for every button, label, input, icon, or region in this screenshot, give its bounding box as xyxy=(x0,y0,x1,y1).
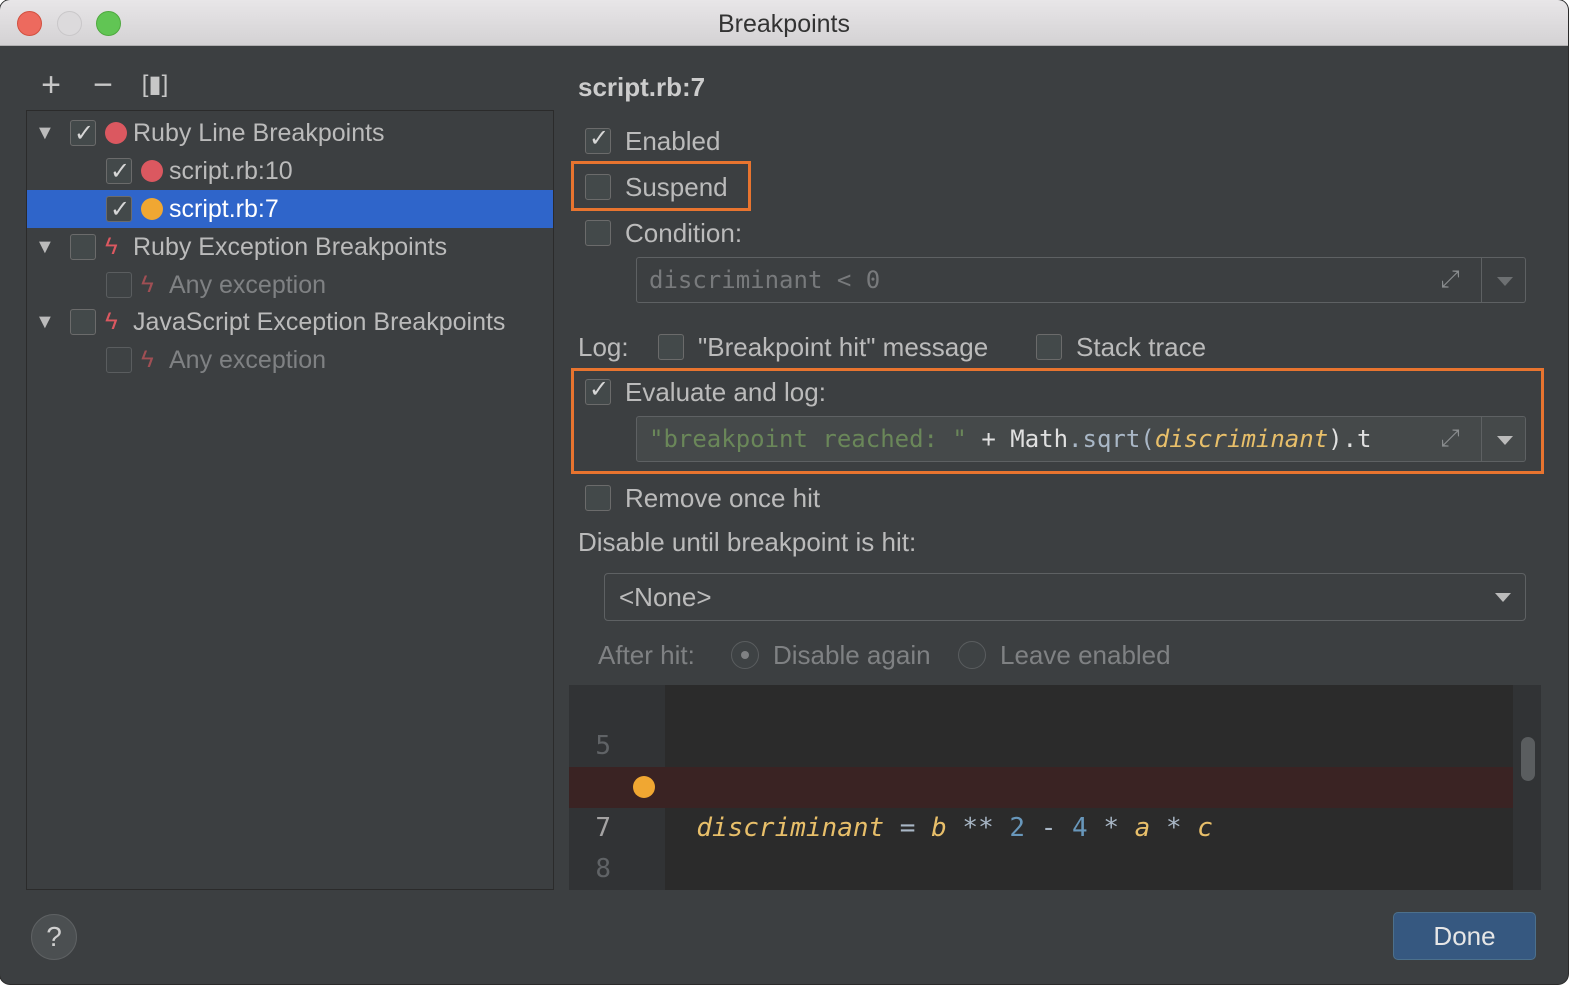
stack-trace-label: Stack trace xyxy=(1076,332,1207,362)
expand-icon[interactable]: ⤢ xyxy=(1437,266,1463,292)
remove-breakpoint-button[interactable]: − xyxy=(88,68,118,102)
expression-string: "breakpoint reached: " xyxy=(649,425,967,453)
tree-group-ruby-exception[interactable]: ▼ ϟ Ruby Exception Breakpoints xyxy=(27,228,553,266)
tree-item-label: Any exception xyxy=(169,346,327,374)
tree-item-script-rb-7[interactable]: script.rb:7 xyxy=(27,190,553,229)
code-line: 5 def solve(a, b, c, sign) xyxy=(569,685,1513,802)
expression-class: Math xyxy=(1010,425,1069,453)
breakpoints-tree[interactable]: ▼ Ruby Line Breakpoints script.rb:10 scr… xyxy=(26,110,554,890)
code-line-breakpoint: 7 ((sign) * Math.sqrt(discriminant) - b)… xyxy=(569,767,1513,843)
lightning-icon: ϟ xyxy=(141,346,154,373)
tree-item-js-any-exception[interactable]: ϟ Any exception xyxy=(27,341,553,379)
disable-until-select[interactable]: <None> xyxy=(604,573,1526,621)
leave-enabled-label: Leave enabled xyxy=(1000,640,1171,670)
add-breakpoint-button[interactable]: + xyxy=(36,68,66,102)
condition-label: Condition: xyxy=(625,218,743,248)
red-circle-icon xyxy=(105,122,127,144)
remove-once-hit-checkbox[interactable] xyxy=(585,485,611,511)
scrollbar-thumb[interactable] xyxy=(1521,737,1535,781)
expand-icon[interactable]: ⤢ xyxy=(1437,425,1463,451)
group-checkbox[interactable] xyxy=(70,115,96,153)
suspend-label: Suspend xyxy=(625,172,728,202)
log-label: Log: xyxy=(578,332,629,362)
group-checkbox[interactable] xyxy=(70,309,96,335)
tree-item-ruby-any-exception[interactable]: ϟ Any exception xyxy=(27,266,553,304)
enabled-label: Enabled xyxy=(625,126,721,156)
condition-dropdown-arrow[interactable] xyxy=(1481,258,1525,302)
code-line: 8 end xyxy=(569,808,1513,884)
disable-until-label: Disable until breakpoint is hit: xyxy=(578,527,917,557)
expression-param: discriminant xyxy=(1154,425,1329,453)
breakpoint-icon[interactable] xyxy=(633,776,655,798)
group-breakpoints-button[interactable]: [▮] xyxy=(140,70,170,100)
condition-checkbox[interactable] xyxy=(585,220,611,246)
chevron-down-icon xyxy=(1495,593,1511,602)
log-message-checkbox[interactable] xyxy=(658,334,684,360)
expression-operator: + xyxy=(966,425,1011,453)
lightning-icon: ϟ xyxy=(141,271,154,298)
tree-group-javascript-exception[interactable]: ▼ ϟ JavaScript Exception Breakpoints xyxy=(27,303,553,341)
evaluate-dropdown-arrow[interactable] xyxy=(1481,417,1525,461)
group-checkbox[interactable] xyxy=(70,234,96,260)
tree-item-label: Any exception xyxy=(169,271,327,299)
leave-enabled-radio[interactable] xyxy=(958,641,986,669)
disable-again-label: Disable again xyxy=(773,640,931,670)
yellow-circle-icon xyxy=(141,198,163,220)
evaluate-expression: "breakpoint reached: " + Math.sqrt(discr… xyxy=(649,417,1372,461)
evaluate-expression-field[interactable]: "breakpoint reached: " + Math.sqrt(discr… xyxy=(636,416,1526,462)
item-checkbox[interactable] xyxy=(106,272,132,298)
after-hit-label: After hit: xyxy=(598,640,695,670)
tree-group-label: Ruby Line Breakpoints xyxy=(133,119,385,147)
code-line: 6 discriminant = b ** 2 - 4 * a * c xyxy=(569,726,1513,843)
tree-group-ruby-line[interactable]: ▼ Ruby Line Breakpoints xyxy=(27,114,553,153)
red-circle-icon xyxy=(141,160,163,182)
expression-paren: ( xyxy=(1140,425,1155,453)
collapse-triangle-icon[interactable]: ▼ xyxy=(35,114,55,152)
tree-item-label: script.rb:7 xyxy=(169,195,279,223)
done-button[interactable]: Done xyxy=(1393,912,1536,960)
expression-function: sqrt xyxy=(1082,425,1141,453)
disable-until-value: <None> xyxy=(619,582,712,612)
evaluate-checkbox[interactable] xyxy=(585,374,611,406)
item-checkbox[interactable] xyxy=(106,347,132,373)
disable-again-radio[interactable] xyxy=(731,641,759,669)
code-line: 9 xyxy=(569,849,1513,890)
remove-once-hit-label: Remove once hit xyxy=(625,483,821,513)
log-message-label: "Breakpoint hit" message xyxy=(698,332,989,362)
window-title: Breakpoints xyxy=(717,10,851,38)
collapse-triangle-icon[interactable]: ▼ xyxy=(35,303,55,341)
item-checkbox[interactable] xyxy=(106,191,132,229)
breakpoint-heading: script.rb:7 xyxy=(578,72,706,102)
stack-trace-checkbox[interactable] xyxy=(1036,334,1062,360)
lightning-icon: ϟ xyxy=(105,308,118,335)
tree-group-label: JavaScript Exception Breakpoints xyxy=(133,308,506,336)
enabled-checkbox[interactable] xyxy=(585,123,611,155)
tree-group-label: Ruby Exception Breakpoints xyxy=(133,233,448,261)
evaluate-label: Evaluate and log: xyxy=(625,377,826,407)
suspend-checkbox[interactable] xyxy=(585,174,611,200)
condition-field[interactable]: discriminant < 0 ⤢ xyxy=(636,257,1526,303)
title-bar: Breakpoints xyxy=(0,0,1568,46)
lightning-icon: ϟ xyxy=(105,233,118,260)
collapse-triangle-icon[interactable]: ▼ xyxy=(35,228,55,266)
editor-scrollbar[interactable] xyxy=(1513,685,1541,890)
help-button[interactable]: ? xyxy=(31,914,77,960)
code-preview[interactable]: 5 def solve(a, b, c, sign) 6 discriminan… xyxy=(569,685,1541,890)
tree-item-script-rb-10[interactable]: script.rb:10 xyxy=(27,152,553,191)
tree-item-label: script.rb:10 xyxy=(169,157,293,185)
expression-tail: ).t xyxy=(1328,425,1372,453)
condition-value: discriminant < 0 xyxy=(649,266,881,294)
item-checkbox[interactable] xyxy=(106,153,132,191)
expression-dot: . xyxy=(1068,425,1083,453)
breakpoints-dialog: Breakpoints + − [▮] ▼ Ruby Line Breakpoi… xyxy=(0,0,1568,984)
